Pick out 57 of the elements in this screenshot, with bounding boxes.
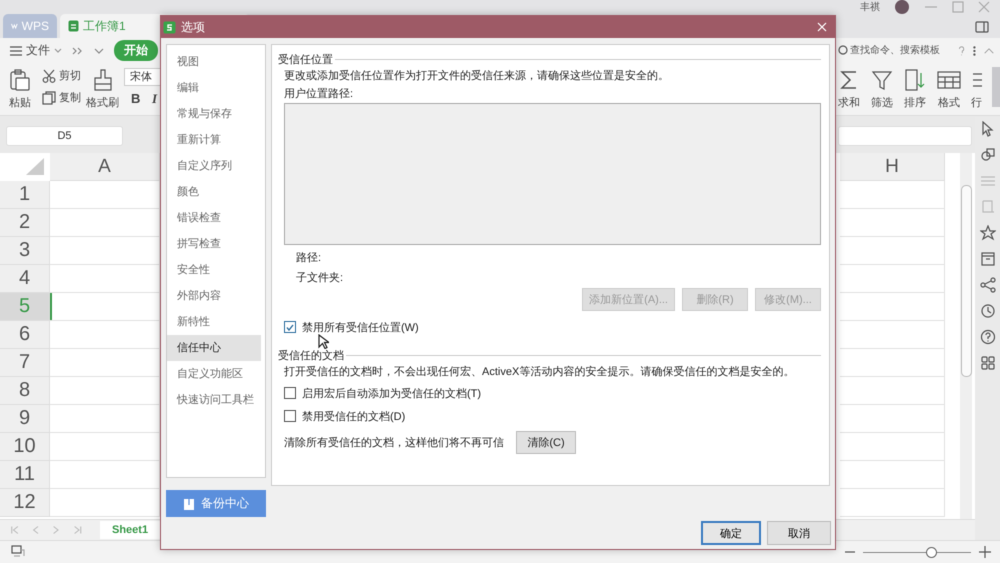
field-label: 路径:	[296, 252, 322, 264]
nav-item[interactable]: 快速访问工具栏	[167, 387, 261, 413]
ribbon-button[interactable]: 求和	[837, 68, 861, 110]
row-header[interactable]: 9	[0, 405, 50, 433]
field-label: 子文件夹:	[296, 272, 344, 284]
checkbox-label[interactable]: 禁用所有受信任位置(W)	[302, 320, 419, 334]
file-menu[interactable]: 文件	[10, 42, 62, 59]
row-header[interactable]: 12	[0, 489, 50, 517]
row-header[interactable]: 4	[0, 265, 50, 293]
ribbon-button[interactable]: 排序	[903, 68, 927, 110]
column-header[interactable]: H	[840, 153, 945, 181]
italic-button[interactable]: I	[152, 91, 158, 107]
ribbon-button[interactable]: 剪切	[42, 68, 81, 83]
section-heading: 受信任位置	[278, 52, 333, 66]
description-text: 更改或添加受信任位置作为打开文件的受信任来源，请确保这些位置是安全的。	[283, 68, 670, 84]
dialog-title: 选项	[181, 18, 205, 36]
nav-item[interactable]: 常规与保存	[167, 101, 261, 127]
nav-item[interactable]: 自定义功能区	[167, 361, 261, 387]
row-header[interactable]: 7	[0, 349, 50, 377]
backup-button[interactable]: 备份中心	[166, 490, 266, 517]
user-name[interactable]: 丰祺	[860, 0, 880, 14]
row-header[interactable]: 1	[0, 181, 50, 209]
row-header[interactable]: 2	[0, 209, 50, 237]
ribbon-button[interactable]: 粘贴	[8, 68, 32, 110]
ribbon-button[interactable]: 行	[971, 68, 982, 110]
nav-item[interactable]: 自定义序列	[167, 153, 261, 179]
nav-item[interactable]: 新特性	[167, 309, 261, 335]
ribbon-button[interactable]: 复制	[42, 90, 81, 105]
description-text: 清除所有受信任的文档，这样他们将不再可信	[284, 436, 504, 450]
ribbon-button[interactable]: 格式刷	[86, 68, 119, 110]
nav-item[interactable]: 拼写检查	[167, 231, 261, 257]
clear-button[interactable]: 清除(C)	[516, 431, 576, 454]
checkbox-label[interactable]: 禁用受信任的文档(D)	[302, 408, 406, 424]
row-header[interactable]: 8	[0, 377, 50, 405]
field-label: 用户位置路径:	[283, 86, 354, 102]
nav-item[interactable]: 安全性	[167, 257, 261, 283]
cancel-button[interactable]: 取消	[767, 521, 831, 545]
description-text: 打开受信任的文档时，不会出现任何宏、ActiveX等活动内容的安全提示。请确保受信任的文档是安全的。	[283, 364, 796, 380]
nav-item[interactable]: 外部内容	[167, 283, 261, 309]
ok-button[interactable]: 确定	[701, 521, 761, 545]
ribbon-button[interactable]: 筛选	[870, 68, 894, 110]
section-heading: 受信任的文档	[278, 348, 344, 362]
nav-item[interactable]: 重新计算	[167, 127, 261, 153]
bold-button[interactable]: B	[131, 91, 140, 106]
nav-item[interactable]: 颜色	[167, 179, 261, 205]
checkbox-label[interactable]: 启用宏后自动添加为受信任的文档(T)	[302, 386, 482, 400]
row-header[interactable]: 3	[0, 237, 50, 265]
row-header[interactable]: 11	[0, 461, 50, 489]
ribbon-button[interactable]: 格式	[936, 68, 962, 110]
row-header[interactable]: 10	[0, 433, 50, 461]
row-header[interactable]: 6	[0, 321, 50, 349]
column-header[interactable]: A	[50, 153, 160, 181]
nav-item[interactable]: 信任中心	[167, 335, 261, 361]
nav-item[interactable]: 错误检查	[167, 205, 261, 231]
search-field[interactable]: 查找命令、搜索模板	[850, 45, 950, 56]
sheet-tab[interactable]: Sheet1	[100, 521, 160, 539]
cell-reference-field[interactable]: D5	[6, 126, 123, 146]
